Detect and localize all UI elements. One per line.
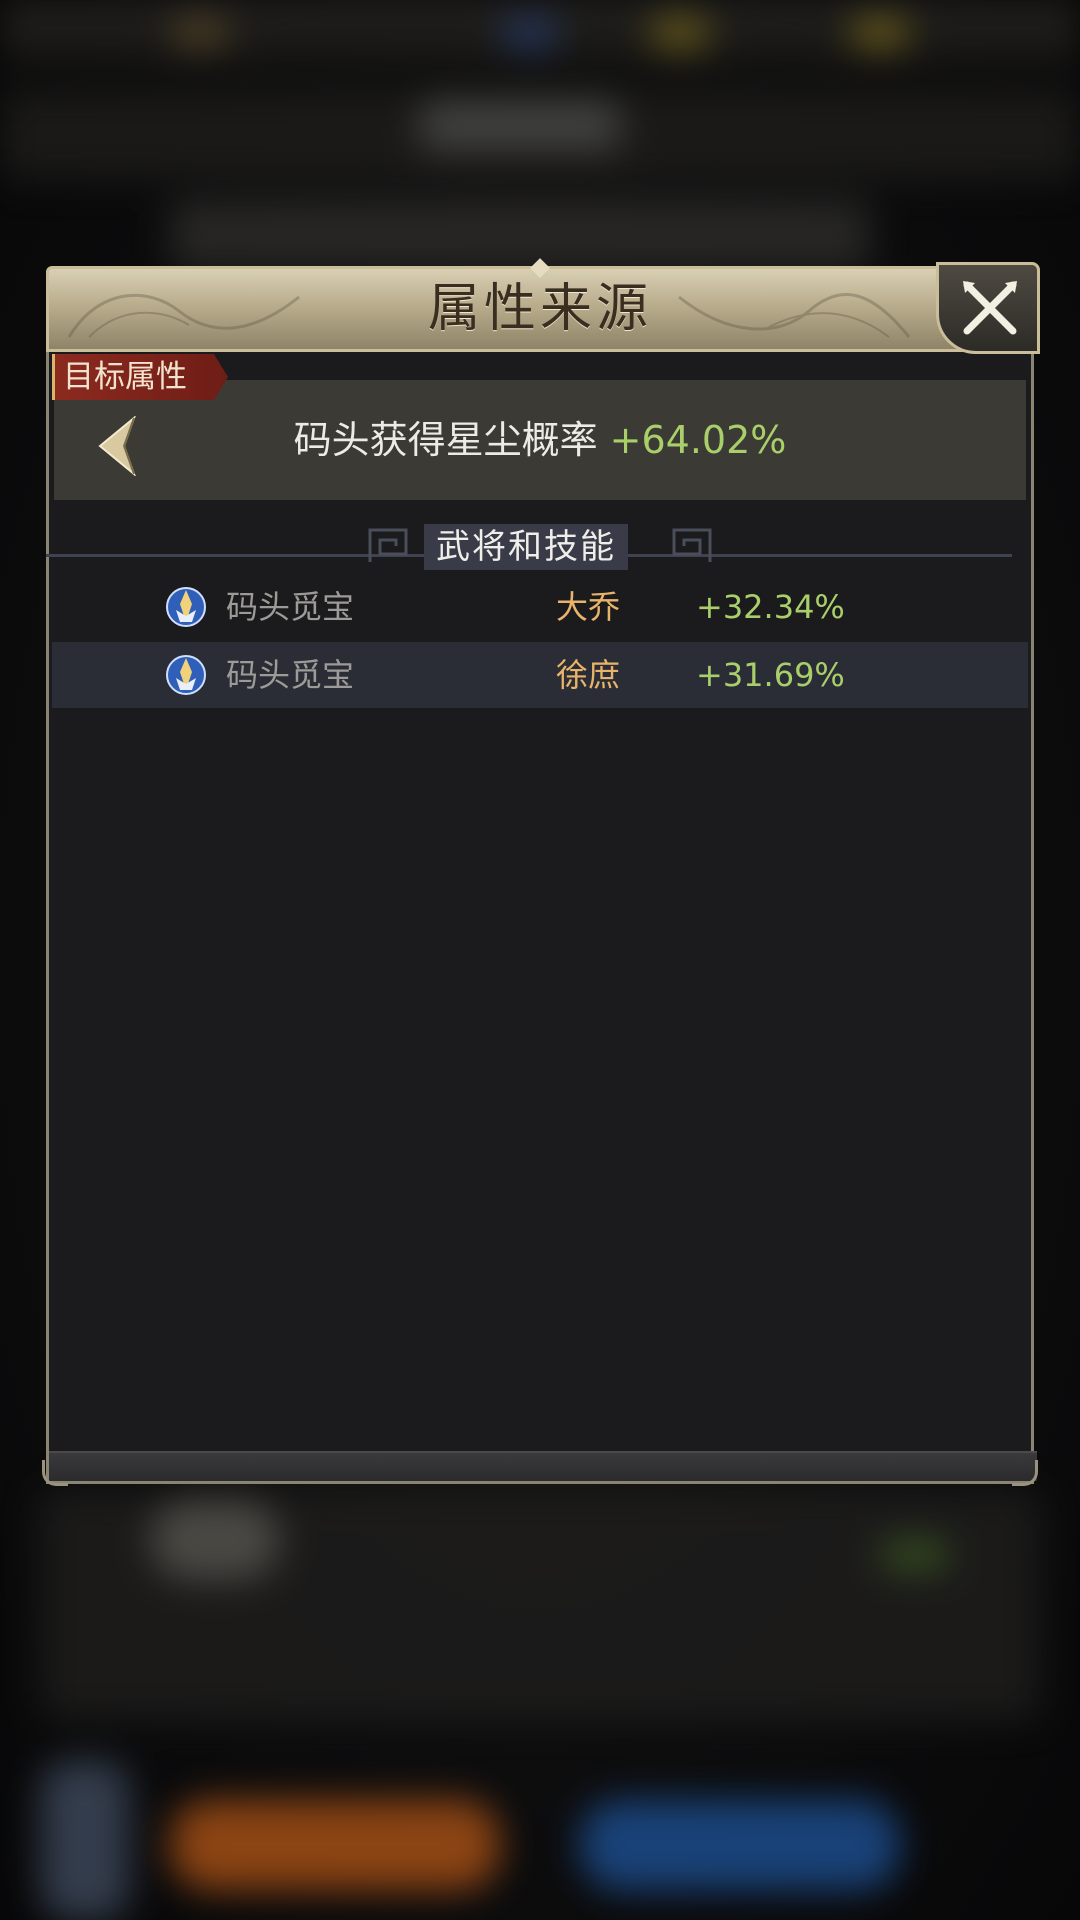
source-hero-name: 大乔 [556, 588, 621, 626]
target-attribute-value: +64.02% [609, 418, 787, 462]
section-title: 武将和技能 [424, 524, 628, 570]
source-value: +31.69% [696, 656, 845, 694]
title-bar: 属性来源 [46, 258, 1034, 352]
source-row[interactable]: 码头觅宝 大乔 +32.34% [52, 574, 1028, 640]
source-row[interactable]: 码头觅宝 徐庶 +31.69% [52, 642, 1028, 708]
close-button[interactable] [936, 262, 1040, 354]
target-attribute-tag: 目标属性 [52, 354, 228, 400]
source-hero-name: 徐庶 [556, 656, 621, 694]
fret-ornament-icon [368, 528, 408, 562]
skill-badge-icon [166, 655, 206, 695]
source-skill-name: 码头觅宝 [226, 656, 355, 694]
dialog-title: 属性来源 [427, 279, 652, 339]
frame-corner-ornament [42, 1460, 68, 1486]
close-x-icon [963, 281, 1017, 335]
dialog-body [46, 352, 1037, 1484]
attribute-source-dialog: 属性来源 码头获得星尘概率 +64.02% 目标属性 武将和技能 码头觅宝 大乔… [42, 258, 1040, 1486]
dialog-footer [49, 1451, 1037, 1481]
screen: 属性来源 码头获得星尘概率 +64.02% 目标属性 武将和技能 码头觅宝 大乔… [0, 0, 1080, 1920]
target-attribute-name: 码头获得星尘概率 [293, 418, 598, 462]
source-value: +32.34% [696, 588, 845, 626]
fret-ornament-icon [672, 528, 712, 562]
skill-badge-icon [166, 587, 206, 627]
source-skill-name: 码头觅宝 [226, 588, 355, 626]
